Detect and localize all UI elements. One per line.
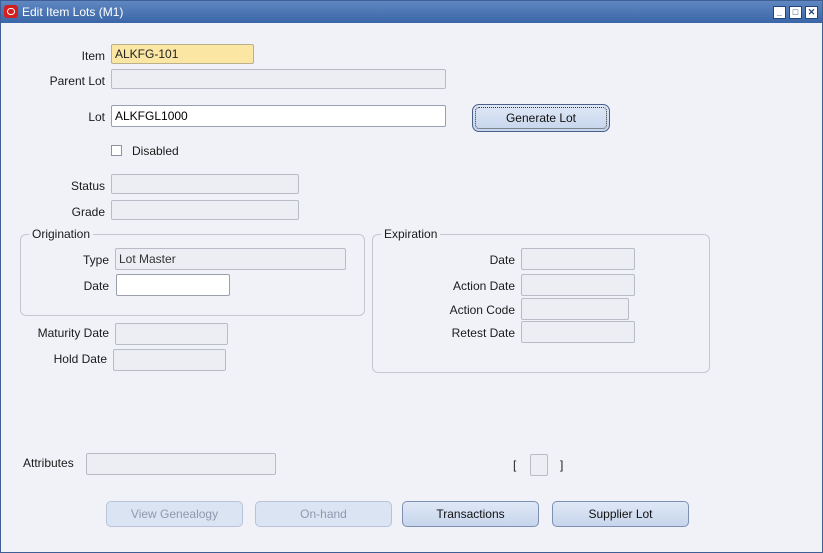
dff-bracket-open: [	[513, 458, 517, 472]
maximize-icon[interactable]: □	[789, 6, 802, 19]
item-field[interactable]: ALKFG-101	[111, 44, 254, 64]
origination-date-label: Date	[83, 279, 109, 293]
lot-field[interactable]: ALKFGL1000	[111, 105, 446, 127]
item-label: Item	[81, 49, 105, 63]
supplier-lot-button[interactable]: Supplier Lot	[552, 501, 689, 527]
action-code-label: Action Code	[449, 303, 515, 317]
title-bar: Edit Item Lots (M1) _ □ ✕	[1, 1, 822, 23]
attributes-label: Attributes	[23, 456, 74, 470]
minimize-icon[interactable]: _	[773, 6, 786, 19]
expiration-date-field[interactable]	[521, 248, 635, 270]
origination-type-field[interactable]: Lot Master	[115, 248, 346, 270]
disabled-checkbox[interactable]	[111, 145, 122, 156]
disabled-label: Disabled	[132, 144, 179, 158]
hold-date-label: Hold Date	[53, 352, 107, 366]
origination-date-field[interactable]	[116, 274, 230, 296]
oracle-logo-icon	[4, 5, 18, 18]
grade-field[interactable]	[111, 200, 299, 220]
retest-date-label: Retest Date	[451, 326, 515, 340]
grade-label: Grade	[71, 205, 105, 219]
parent-lot-label: Parent Lot	[49, 74, 105, 88]
view-genealogy-button[interactable]: View Genealogy	[106, 501, 243, 527]
action-date-label: Action Date	[452, 279, 515, 293]
edit-item-lots-window: Edit Item Lots (M1) _ □ ✕ Item ALKFG-101…	[0, 0, 823, 553]
expiration-title: Expiration	[381, 227, 441, 241]
attributes-field[interactable]	[86, 453, 276, 475]
generate-lot-label: Generate Lot	[505, 111, 577, 125]
retest-date-field[interactable]	[521, 321, 635, 343]
generate-lot-button[interactable]: Generate Lot	[472, 104, 610, 132]
origination-type-label: Type	[82, 253, 109, 267]
action-date-field[interactable]	[521, 274, 635, 296]
on-hand-button[interactable]: On-hand	[255, 501, 392, 527]
maturity-date-field[interactable]	[115, 323, 228, 345]
hold-date-field[interactable]	[113, 349, 226, 371]
lot-label: Lot	[88, 110, 105, 124]
parent-lot-field[interactable]	[111, 69, 446, 89]
transactions-button[interactable]: Transactions	[402, 501, 539, 527]
close-icon[interactable]: ✕	[805, 6, 818, 19]
status-field[interactable]	[111, 174, 299, 194]
expiration-date-label: Date	[489, 253, 515, 267]
maturity-date-label: Maturity Date	[37, 326, 109, 340]
dff-bracket-close: ]	[560, 458, 564, 472]
descriptive-flexfield[interactable]	[530, 454, 548, 476]
origination-title: Origination	[29, 227, 94, 241]
action-code-field[interactable]	[521, 298, 629, 320]
status-label: Status	[70, 179, 105, 193]
window-title: Edit Item Lots (M1)	[22, 5, 124, 19]
